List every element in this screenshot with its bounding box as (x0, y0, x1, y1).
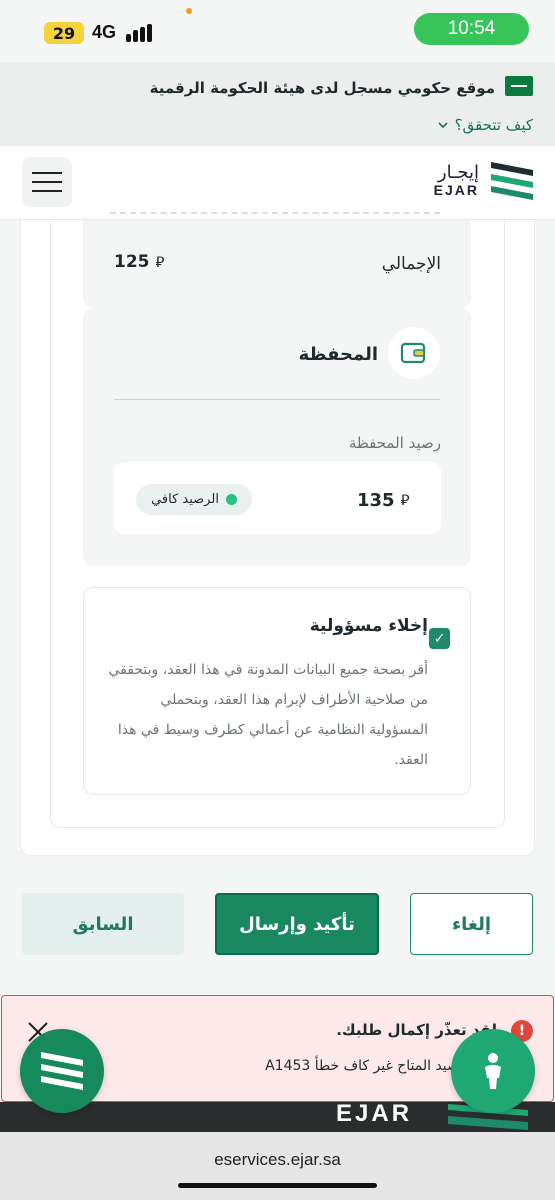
disclaimer-checkbox[interactable]: ✓ (429, 628, 450, 649)
home-indicator[interactable] (178, 1183, 377, 1188)
success-dot-icon (225, 494, 237, 505)
wallet-title: المحفظة (298, 344, 378, 365)
gov-banner-text: موقع حكومي مسجل لدى هيئة الحكومة الرقمية (149, 79, 495, 97)
footer-logo: EJAR (336, 1100, 413, 1127)
privacy-dot (186, 8, 192, 14)
ejar-stripes-icon (491, 162, 533, 200)
cancel-button[interactable]: إلغاء (410, 893, 533, 955)
menu-icon (32, 172, 62, 174)
wallet-icon (400, 342, 426, 364)
disclaimer-text: أقر بصحة جميع البيانات المدونة في هذا ال… (108, 662, 428, 768)
logo-english: EJAR (433, 182, 479, 198)
url-bar[interactable]: eservices.ejar.sa (0, 1150, 555, 1170)
chevron-down-icon (438, 122, 448, 129)
total-value: 125 ⃁ (114, 252, 165, 272)
dashed-divider (110, 212, 440, 218)
total-label: الإجمالي (381, 254, 441, 274)
ejar-stripes-icon (41, 1052, 83, 1090)
person-icon (485, 1053, 501, 1089)
accessibility-fab[interactable] (451, 1029, 535, 1113)
logo-arabic: إيجـار (437, 162, 479, 183)
balance-label: رصيد المحفظة (348, 434, 441, 452)
disclaimer-title: إخلاء مسؤولية (309, 616, 428, 636)
riyal-icon: ⃁ (400, 491, 410, 509)
menu-button[interactable] (22, 157, 72, 207)
previous-button[interactable]: السابق (22, 893, 184, 955)
wallet-icon-wrap (388, 327, 440, 379)
status-badge: الرصيد كافي (136, 484, 252, 515)
check-icon: ✓ (433, 630, 446, 647)
riyal-icon: ⃁ (155, 252, 165, 271)
wallet-divider (114, 399, 440, 400)
battery-indicator: 29 (44, 22, 84, 44)
signal-icon (126, 24, 156, 42)
verify-link-label: كيف تتحقق؟ (454, 116, 533, 134)
saudi-flag-icon (505, 76, 533, 96)
verify-link[interactable]: كيف تتحقق؟ (437, 116, 533, 134)
ejar-home-fab[interactable] (20, 1029, 104, 1113)
ejar-logo[interactable]: إيجـار EJAR (434, 160, 535, 202)
network-type: 4G (92, 22, 117, 42)
status-badge-label: الرصيد كافي (151, 492, 219, 507)
balance-value: 135 ⃁ (357, 490, 410, 511)
status-time: 10:54 (414, 13, 529, 45)
submit-button[interactable]: تأكيد وإرسال (215, 893, 379, 955)
